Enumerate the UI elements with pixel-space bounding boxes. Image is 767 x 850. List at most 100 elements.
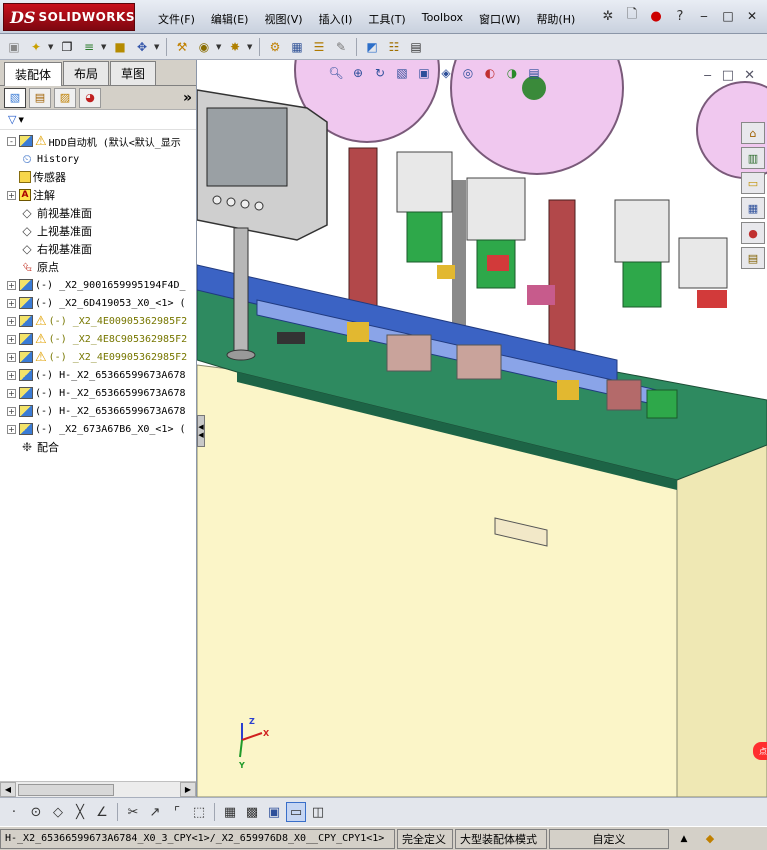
expand-icon[interactable]: + [7, 406, 16, 416]
dropdown-arrow-icon[interactable]: ▼ [101, 43, 108, 51]
expand-icon[interactable]: + [7, 388, 16, 398]
solidworks-logo[interactable]: DS SOLIDWORKS [3, 3, 135, 31]
close-button[interactable]: ✕ [743, 8, 761, 24]
tree-item[interactable]: + A 注解 [0, 186, 196, 204]
sketch-icon[interactable]: ✎ [331, 37, 351, 57]
toolbox-icon[interactable]: ⚒ [172, 37, 192, 57]
file-explorer-icon[interactable]: ▭ [741, 172, 765, 194]
shaded-cube-icon[interactable]: ▣ [264, 802, 284, 822]
property-manager-icon[interactable]: ▤ [29, 87, 51, 108]
expand-icon[interactable]: + [7, 370, 16, 380]
menu-edit[interactable]: 编辑(E) [203, 9, 257, 29]
tree-item[interactable]: 传感器 [0, 168, 196, 186]
tab-assembly[interactable]: 装配体 [4, 62, 63, 86]
tree-item[interactable]: + (-) _X2_9001659995194F4D_ [0, 276, 196, 294]
tree-item[interactable]: + (-) _X2_6D419053_X0_<1> ( [0, 294, 196, 312]
appearances-icon[interactable]: ● [741, 222, 765, 244]
tree-item[interactable]: - ⚠ HDD自动机 (默认<默认_显示 [0, 132, 196, 150]
menu-toolbox[interactable]: Toolbox [414, 9, 471, 29]
trim-icon[interactable]: ✂ [123, 802, 143, 822]
tree-item[interactable]: + (-) H-_X2_65366599673A678 [0, 384, 196, 402]
hide-show-icon[interactable]: ◎ [459, 64, 477, 82]
zoom-to-fit-icon[interactable]: 🔍︎ [327, 64, 345, 82]
close-icon[interactable]: ✕ [744, 68, 755, 83]
rebuild-tag-icon[interactable]: ◆ [699, 828, 721, 849]
expand-icon[interactable]: + [7, 316, 16, 326]
custom-properties-icon[interactable]: ▤ [741, 247, 765, 269]
scroll-thumb[interactable] [18, 783, 114, 796]
tree-item[interactable]: ◇ 上视基准面 [0, 222, 196, 240]
menu-insert[interactable]: 插入(I) [311, 9, 361, 29]
circle-icon[interactable]: ⊙ [26, 802, 46, 822]
panel-collapse-handle[interactable]: ◀ ◀ [197, 415, 205, 447]
menu-help[interactable]: 帮助(H) [528, 9, 583, 29]
expand-icon[interactable]: + [7, 334, 16, 344]
layout-icon[interactable]: ☰ [309, 37, 329, 57]
rotate-icon[interactable]: ↻ [371, 64, 389, 82]
view-settings-icon[interactable]: ▤ [525, 64, 543, 82]
display-manager-icon[interactable]: ◕ [79, 87, 101, 108]
pushpin-icon[interactable]: ✲ [599, 7, 617, 25]
menu-tools[interactable]: 工具(T) [360, 9, 413, 29]
scroll-left-icon[interactable]: ◀ [0, 782, 16, 797]
corner-icon[interactable]: ⌜ [167, 802, 187, 822]
point-icon[interactable]: · [4, 802, 24, 822]
snapshot-icon[interactable]: ◩ [362, 37, 382, 57]
dropdown-arrow-icon[interactable]: ▼ [48, 43, 55, 51]
tree-item[interactable]: + ⚠ (-) _X2_4E09905362985F2 [0, 348, 196, 366]
cross-icon[interactable]: ╳ [70, 802, 90, 822]
new-document-icon[interactable]: 🗋 [623, 7, 641, 25]
assembly-model-render[interactable] [197, 60, 767, 797]
tree-item[interactable]: + (-) H-_X2_65366599673A678 [0, 366, 196, 384]
menu-view[interactable]: 视图(V) [256, 9, 310, 29]
new-part-icon[interactable]: ✦ [26, 37, 46, 57]
traffic-light-icon[interactable]: ● [647, 7, 665, 25]
graphics-area[interactable]: 🔍︎ ⊕ ↻ ▧ ▣ ◈ ◎ ◐ ◑ ▤ ‒ □ ✕ ⌂ ▥ ▭ ▦ ● ▤ ◀… [197, 60, 767, 797]
dropdown-arrow-icon[interactable]: ▼ [154, 43, 161, 51]
scroll-right-icon[interactable]: ▶ [180, 782, 196, 797]
grid-snap-icon[interactable]: ▩ [242, 802, 262, 822]
chevron-down-icon[interactable]: ▼ [18, 116, 23, 124]
menu-window[interactable]: 窗口(W) [471, 9, 528, 29]
move-component-icon[interactable]: ✥ [132, 37, 152, 57]
measure-icon[interactable]: ☷ [384, 37, 404, 57]
dropdown-arrow-icon[interactable]: ▼ [216, 43, 223, 51]
feature-manager-icon[interactable]: ▧ [4, 87, 26, 108]
more-tabs-button[interactable]: » [183, 90, 192, 106]
assembly-icon[interactable]: ▣ [4, 37, 24, 57]
design-library-icon[interactable]: ▥ [741, 147, 765, 169]
minimize-button[interactable]: ‒ [695, 8, 713, 24]
side-tag[interactable]: 点 [753, 742, 767, 760]
smart-fastener-icon[interactable]: ■ [110, 37, 130, 57]
tree-item[interactable]: ◇ 前视基准面 [0, 204, 196, 222]
drawing-icon[interactable]: ▦ [287, 37, 307, 57]
configuration-manager-icon[interactable]: ▨ [54, 87, 76, 108]
restore-button[interactable]: □ [719, 8, 737, 24]
help-icon[interactable]: ? [671, 7, 689, 25]
polygon-icon[interactable]: ◇ [48, 802, 68, 822]
split-view-icon[interactable]: ◫ [308, 802, 328, 822]
tree-item[interactable]: ⮴ 原点 [0, 258, 196, 276]
display-style-icon[interactable]: ◈ [437, 64, 455, 82]
menu-file[interactable]: 文件(F) [150, 9, 203, 29]
expand-icon[interactable]: + [7, 424, 16, 434]
reorder-icon[interactable]: ≡ [79, 37, 99, 57]
expand-icon[interactable]: + [7, 190, 16, 200]
tree-item[interactable]: + ⚠ (-) _X2_4E8C905362985F2 [0, 330, 196, 348]
zoom-area-icon[interactable]: ⊕ [349, 64, 367, 82]
expand-icon[interactable]: + [7, 352, 16, 362]
view-orientation-icon[interactable]: ▣ [415, 64, 433, 82]
angle-icon[interactable]: ∠ [92, 802, 112, 822]
dotted-corner-icon[interactable]: ⬚ [189, 802, 209, 822]
minimize-icon[interactable]: ‒ [704, 68, 712, 83]
mate-icon[interactable]: ◉ [194, 37, 214, 57]
tree-item[interactable]: ⏲ History [0, 150, 196, 168]
options-icon[interactable]: ▤ [406, 37, 426, 57]
filter-icon[interactable]: ▽ [8, 113, 16, 126]
status-units-custom[interactable]: 自定义 [549, 828, 669, 849]
expand-icon[interactable]: + [7, 298, 16, 308]
horizontal-scrollbar[interactable]: ◀ ▶ [0, 781, 196, 797]
edit-appearance-icon[interactable]: ◐ [481, 64, 499, 82]
collapse-icon[interactable]: - [7, 136, 16, 146]
paperclip-icon[interactable]: ❐ [57, 37, 77, 57]
